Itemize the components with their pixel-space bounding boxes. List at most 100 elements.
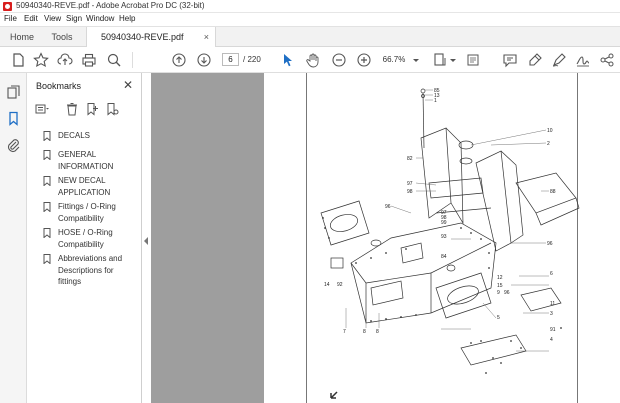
sign-icon[interactable] bbox=[575, 52, 591, 68]
bolt-dot bbox=[322, 217, 324, 219]
viewer-background bbox=[151, 73, 264, 403]
page-fit-icon[interactable] bbox=[432, 52, 448, 68]
print-icon[interactable] bbox=[81, 52, 97, 68]
menu-file[interactable]: File bbox=[4, 14, 17, 23]
star-icon[interactable] bbox=[33, 52, 49, 68]
bolt-dot bbox=[520, 347, 522, 349]
callout-84: 84 bbox=[441, 254, 447, 260]
panel-collapse-handle[interactable] bbox=[142, 73, 151, 403]
delete-bookmark-icon[interactable] bbox=[65, 102, 79, 116]
prev-page-icon[interactable] bbox=[171, 52, 187, 68]
bolt-dot bbox=[415, 314, 417, 316]
close-icon[interactable]: ✕ bbox=[123, 78, 133, 92]
options-menu-icon[interactable] bbox=[35, 102, 49, 116]
tab-tools[interactable]: Tools bbox=[44, 27, 80, 47]
page-fit-chevron-icon[interactable] bbox=[449, 52, 457, 68]
callout-11: 11 bbox=[550, 301, 555, 307]
callout-88: 88 bbox=[550, 189, 556, 195]
callout-91: 91 bbox=[550, 327, 556, 333]
collapse-arrow-icon bbox=[144, 237, 148, 245]
callout-1: 1 bbox=[434, 98, 437, 104]
title-bar: 50940340-REVE.pdf - Adobe Acrobat Pro DC… bbox=[0, 0, 620, 13]
menu-view[interactable]: View bbox=[44, 14, 61, 23]
more-tools-icon[interactable] bbox=[465, 52, 481, 68]
page-total: / 220 bbox=[243, 55, 261, 64]
callout-7: 7 bbox=[343, 329, 346, 335]
callout-3: 3 bbox=[550, 311, 553, 317]
bolt-dot bbox=[470, 232, 472, 234]
bolt-dot bbox=[510, 340, 512, 342]
select-arrow-icon[interactable] bbox=[280, 52, 296, 68]
bookmark-label: NEW DECAL APPLICATION bbox=[58, 176, 111, 197]
menu-help[interactable]: Help bbox=[119, 14, 135, 23]
acrobat-logo-icon bbox=[3, 2, 12, 11]
zoom-level-value: 66.7% bbox=[382, 55, 406, 64]
bolt-dot bbox=[488, 267, 490, 269]
callout-98: 98 bbox=[407, 189, 413, 195]
page-thumbnails-icon[interactable] bbox=[6, 84, 21, 99]
tab-close-icon[interactable]: × bbox=[204, 27, 209, 47]
bookmark-label: Abbreviations and Descriptions for fitti… bbox=[58, 254, 123, 286]
bolt-dot bbox=[370, 320, 372, 322]
page-number-input[interactable]: 6 bbox=[222, 53, 239, 66]
callout-14: 14 bbox=[324, 282, 330, 288]
tab-home[interactable]: Home bbox=[0, 27, 44, 47]
bolt-dot bbox=[405, 248, 407, 250]
zoom-out-icon[interactable] bbox=[331, 52, 347, 68]
search-icon[interactable] bbox=[106, 52, 122, 68]
new-bookmark-icon[interactable] bbox=[85, 102, 99, 116]
highlight-icon[interactable] bbox=[527, 52, 543, 68]
bolt-dot bbox=[328, 237, 330, 239]
menu-bar: File Edit View Sign Window Help bbox=[0, 13, 620, 26]
hand-icon[interactable] bbox=[305, 52, 321, 68]
bolt-dot bbox=[492, 357, 494, 359]
zoom-in-icon[interactable] bbox=[356, 52, 372, 68]
page-border-left bbox=[306, 73, 307, 403]
tab-document-label: 50940340-REVE.pdf bbox=[101, 32, 184, 42]
tab-bar: Home Tools 50940340-REVE.pdf × bbox=[0, 26, 620, 47]
window-title: 50940340-REVE.pdf - Adobe Acrobat Pro DC… bbox=[16, 1, 205, 10]
bolt-dot bbox=[560, 327, 562, 329]
new-file-icon[interactable] bbox=[10, 52, 26, 68]
bookmark-icon bbox=[43, 131, 51, 141]
bolt-dot bbox=[480, 238, 482, 240]
bookmarks-title: Bookmarks bbox=[36, 81, 82, 91]
bookmark-icon bbox=[43, 150, 51, 160]
navigation-rail bbox=[0, 73, 27, 403]
frame-diagram-svg: 85 13 1 10 2 82 97 98 88 96 97 98 99 96 … bbox=[320, 88, 580, 399]
bookmarks-panel: Bookmarks ✕ DECALS GENERAL INFORMATION N… bbox=[27, 73, 142, 403]
next-page-icon[interactable] bbox=[196, 52, 212, 68]
callout-82: 82 bbox=[407, 156, 413, 162]
attachments-paperclip-icon[interactable] bbox=[6, 138, 21, 153]
bolt-dot bbox=[500, 362, 502, 364]
zoom-dropdown-chevron-icon[interactable] bbox=[412, 52, 420, 68]
callout-96c: 96 bbox=[504, 290, 510, 296]
bookmark-properties-icon[interactable] bbox=[105, 102, 119, 116]
callout-12: 12 bbox=[497, 275, 503, 281]
bookmark-icon bbox=[43, 202, 51, 212]
callout-8b: 8 bbox=[376, 329, 379, 335]
menu-window[interactable]: Window bbox=[86, 14, 114, 23]
menu-sign[interactable]: Sign bbox=[66, 14, 82, 23]
callout-97: 97 bbox=[407, 181, 413, 187]
document-viewer[interactable]: 85 13 1 10 2 82 97 98 88 96 97 98 99 96 … bbox=[151, 73, 620, 403]
share-icon[interactable] bbox=[599, 52, 615, 68]
upload-icon[interactable] bbox=[57, 52, 73, 68]
bookmark-panel-icon[interactable] bbox=[6, 111, 21, 126]
bolt-dot bbox=[370, 257, 372, 259]
bolt-dot bbox=[470, 342, 472, 344]
bookmark-icon bbox=[43, 254, 51, 264]
main-toolbar: 6 / 220 66.7% bbox=[0, 47, 620, 73]
menu-edit[interactable]: Edit bbox=[24, 14, 38, 23]
callout-15: 15 bbox=[497, 283, 503, 289]
bookmark-label: GENERAL INFORMATION bbox=[58, 150, 114, 171]
tab-document[interactable]: 50940340-REVE.pdf × bbox=[86, 27, 216, 47]
comment-icon[interactable] bbox=[502, 52, 518, 68]
bookmark-label: DECALS bbox=[58, 131, 91, 140]
zoom-level-select[interactable]: 66.7% bbox=[378, 53, 410, 66]
bolt-dot bbox=[485, 372, 487, 374]
bolt-dot bbox=[324, 227, 326, 229]
callout-8: 8 bbox=[363, 329, 366, 335]
draw-icon[interactable] bbox=[551, 52, 567, 68]
bolt-dot bbox=[488, 252, 490, 254]
